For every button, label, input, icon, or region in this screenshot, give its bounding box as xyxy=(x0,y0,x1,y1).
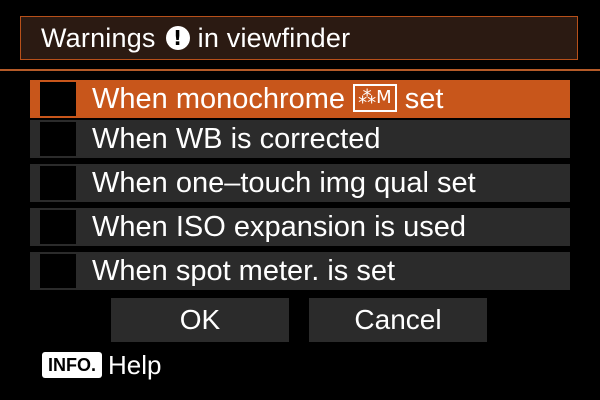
option-iso-expansion[interactable]: When ISO expansion is used xyxy=(30,208,570,246)
checkbox[interactable] xyxy=(40,210,76,244)
checkbox[interactable] xyxy=(40,82,76,116)
cancel-button[interactable]: Cancel xyxy=(309,298,487,342)
checkbox[interactable] xyxy=(40,254,76,288)
option-one-touch-img-qual[interactable]: When one–touch img qual set xyxy=(30,164,570,202)
option-monochrome[interactable]: When monochrome ⁂M set xyxy=(30,80,570,118)
option-wb-corrected[interactable]: When WB is corrected xyxy=(30,120,570,158)
option-label-suffix: set xyxy=(404,83,444,115)
ok-button[interactable]: OK xyxy=(111,298,289,342)
checkbox[interactable] xyxy=(40,166,76,200)
title-text-after: in viewfinder xyxy=(197,22,351,53)
option-label: When ISO expansion is used xyxy=(92,211,466,243)
option-label-text: When monochrome xyxy=(92,83,346,115)
option-label: When WB is corrected xyxy=(92,123,381,155)
info-button-badge: INFO. xyxy=(42,352,102,378)
title-text-before: Warnings xyxy=(41,22,156,53)
exclamation-icon: ! xyxy=(165,26,190,50)
help-label: Help xyxy=(108,349,162,380)
help-hint[interactable]: INFO. Help xyxy=(42,350,161,380)
option-spot-meter[interactable]: When spot meter. is set xyxy=(30,252,570,290)
option-label: When monochrome ⁂M set xyxy=(92,80,443,118)
screen-title: Warnings ! in viewfinder xyxy=(20,16,578,60)
option-label: When one–touch img qual set xyxy=(92,167,476,199)
title-divider xyxy=(0,69,600,71)
monochrome-icon: ⁂M xyxy=(353,84,397,113)
option-label: When spot meter. is set xyxy=(92,255,396,287)
checkbox[interactable] xyxy=(40,122,76,156)
